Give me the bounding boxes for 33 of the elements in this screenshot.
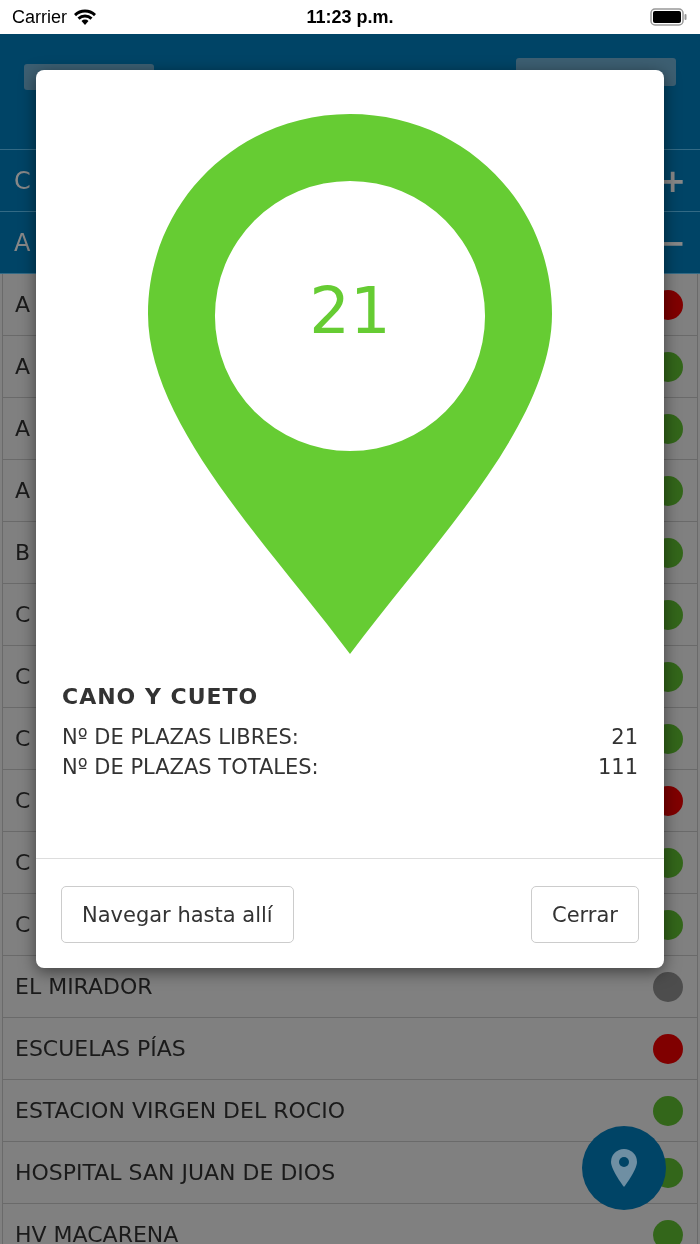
parking-name: A (15, 354, 31, 379)
parking-name: HOSPITAL SAN JUAN DE DIOS (15, 1160, 336, 1185)
parking-name: A (15, 292, 31, 317)
close-button[interactable]: Cerrar (531, 886, 639, 943)
stat-label: Nº DE PLAZAS LIBRES: (62, 725, 299, 749)
parking-name: C (15, 912, 31, 937)
parking-name: A (15, 478, 31, 503)
parking-name: B (15, 540, 31, 565)
parking-row[interactable]: ESCUELAS PÍAS (2, 1018, 698, 1080)
carrier-label: Carrier (12, 6, 67, 28)
parking-name: EL MIRADOR (15, 974, 153, 999)
parking-name: C (15, 602, 31, 627)
parking-name: C (15, 850, 31, 875)
location-pin-icon (611, 1149, 637, 1187)
parking-name: HV MACARENA (15, 1222, 179, 1244)
parking-name: C (15, 788, 31, 813)
free-count: 21 (309, 274, 391, 348)
parking-name: ESTACION VIRGEN DEL ROCIO (15, 1098, 345, 1123)
section-label: A (14, 228, 31, 257)
stat-label: Nº DE PLAZAS TOTALES: (62, 755, 319, 779)
parking-name: A (15, 416, 31, 441)
clock: 11:23 p.m. (306, 6, 394, 28)
stat-value: 21 (611, 725, 638, 749)
parking-name: C (15, 726, 31, 751)
parking-name: ESCUELAS PÍAS (15, 1036, 186, 1061)
location-pin-icon (148, 114, 552, 654)
parking-title: CANO Y CUETO (62, 684, 260, 709)
section-label: C (14, 166, 31, 195)
parking-name: C (15, 664, 31, 689)
battery-icon (650, 8, 688, 26)
navigate-button[interactable]: Navegar hasta allí (61, 886, 294, 943)
stat-value: 111 (597, 755, 638, 779)
wifi-icon (73, 8, 97, 26)
